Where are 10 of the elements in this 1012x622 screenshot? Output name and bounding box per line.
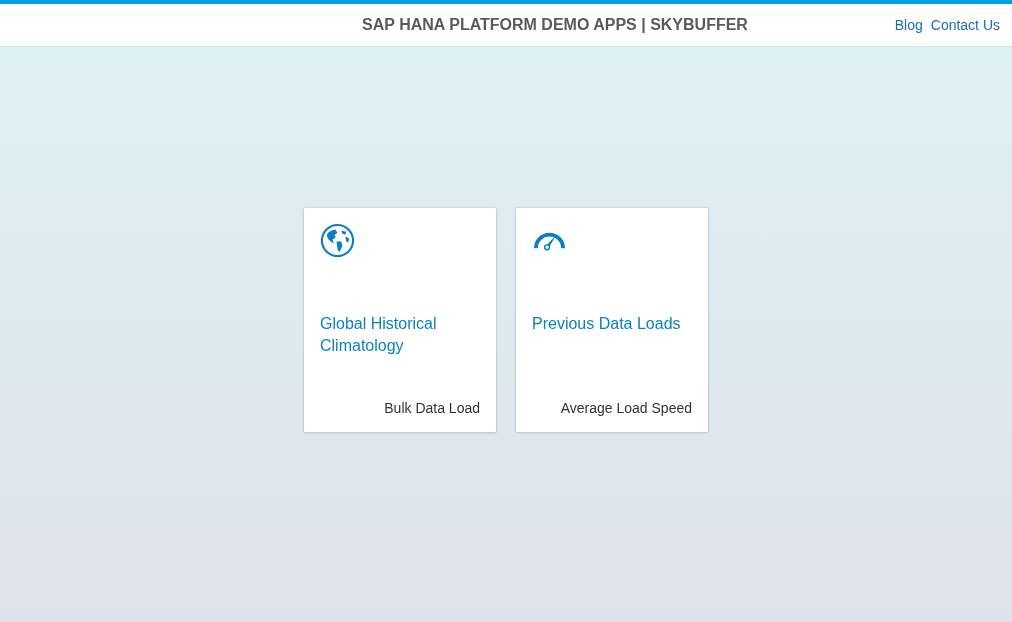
tile-footer: Bulk Data Load bbox=[320, 400, 480, 416]
nav-link[interactable]: Contact Us bbox=[930, 17, 1000, 33]
tile-title: Previous Data Loads bbox=[532, 314, 682, 334]
nav-link[interactable]: Blog bbox=[894, 17, 923, 33]
app-title: SAP HANA PLATFORM DEMO APPS | SKYBUFFER bbox=[361, 16, 748, 34]
app-tile[interactable]: Global Historical Climatology Bulk Data Load bbox=[304, 208, 496, 432]
globe-icon bbox=[320, 223, 355, 258]
app-tile[interactable]: Previous Data Loads Average Load Speed bbox=[516, 208, 708, 432]
tile-footer: Average Load Speed bbox=[532, 400, 692, 416]
tile-title: Global Historical Climatology bbox=[320, 314, 438, 356]
